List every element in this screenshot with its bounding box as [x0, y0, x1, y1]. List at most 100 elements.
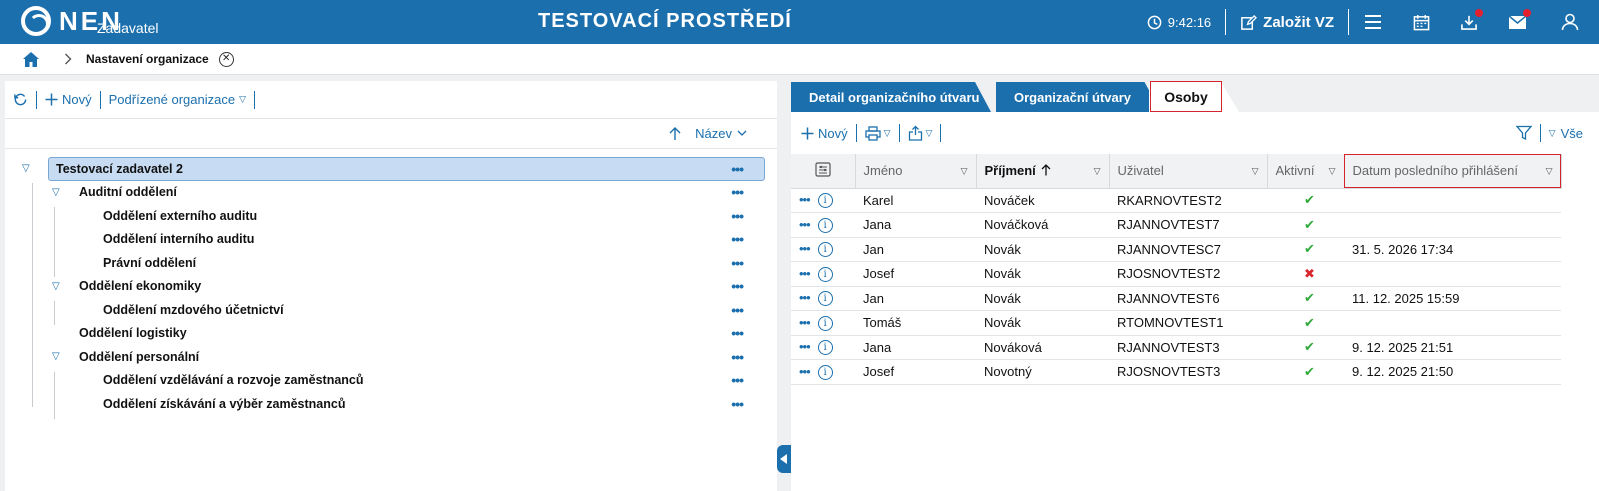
- column-settings-header[interactable]: [791, 154, 856, 189]
- view-all-dropdown[interactable]: ▽ Vše: [1549, 126, 1583, 141]
- table-row[interactable]: ••• i Jana Nováčková RJANNOVTEST7 ✔: [791, 212, 1561, 238]
- more-options-icon[interactable]: •••: [799, 241, 811, 256]
- tree-guide-line: [32, 183, 33, 407]
- info-icon[interactable]: i: [817, 217, 833, 233]
- table-row[interactable]: ••• i Jan Novák RJANNOVTEST6 ✔ 11. 12. 2025 15…: [791, 286, 1561, 311]
- column-active-label: Aktivní: [1275, 163, 1315, 179]
- tree-item[interactable]: Oddělení vzdělávání a rozvoje zaměstnanc…: [5, 369, 777, 393]
- cell-active: ✔: [1267, 237, 1344, 262]
- tree-item[interactable]: ▽ Oddělení personální •••: [5, 345, 777, 369]
- column-last-name[interactable]: Příjmení ▽: [976, 154, 1110, 189]
- info-icon[interactable]: i: [817, 193, 833, 209]
- cell-last-name: Nováček: [976, 188, 1109, 213]
- info-icon[interactable]: i: [817, 242, 833, 258]
- tree-item-label: Oddělení získávání a výběr zaměstnanců: [103, 396, 346, 411]
- menu-button[interactable]: [1349, 0, 1397, 44]
- check-icon: ✔: [1304, 363, 1315, 379]
- more-options-icon[interactable]: •••: [799, 364, 811, 379]
- more-options-icon[interactable]: •••: [799, 217, 811, 232]
- info-icon[interactable]: i: [817, 266, 833, 282]
- cell-last-login: 11. 12. 2025 15:59: [1344, 286, 1561, 311]
- more-options-icon[interactable]: •••: [731, 184, 744, 200]
- close-tab-button[interactable]: ✕: [218, 51, 234, 67]
- tree-item[interactable]: Oddělení interního auditu •••: [5, 228, 777, 252]
- filter-triangle-icon[interactable]: ▽: [1252, 166, 1259, 177]
- check-icon: ✔: [1304, 241, 1315, 257]
- collapse-panel-button[interactable]: [777, 445, 791, 473]
- row-actions: ••• i: [791, 310, 855, 336]
- table-row[interactable]: ••• i Karel Nováček RKARNOVTEST2 ✔: [791, 188, 1561, 213]
- sort-up-arrow-icon[interactable]: [669, 126, 681, 141]
- cross-icon: ✖: [1304, 265, 1315, 281]
- tree-toggle-icon[interactable]: ▽: [52, 281, 60, 292]
- table-row[interactable]: ••• i Josef Novotný RJOSNOVTEST3 ✔ 9. 12. 2025…: [791, 359, 1561, 385]
- filter-triangle-icon[interactable]: ▽: [1546, 166, 1553, 177]
- cell-last-login: 31. 5. 2026 17:34: [1344, 237, 1561, 262]
- tab-detail[interactable]: Detail organizačního útvaru: [791, 82, 991, 112]
- home-icon[interactable]: [22, 51, 40, 68]
- create-vz-button[interactable]: Založit VZ: [1226, 9, 1348, 35]
- check-icon: ✔: [1304, 216, 1315, 232]
- tree-item[interactable]: Oddělení mzdového účetnictví •••: [5, 298, 777, 322]
- tree-toggle-icon[interactable]: ▽: [52, 187, 60, 198]
- cell-last-login: [1344, 261, 1561, 287]
- tree-toggle-icon[interactable]: ▽: [52, 351, 60, 362]
- filter-triangle-icon[interactable]: ▽: [1094, 166, 1101, 177]
- table-row[interactable]: ••• i Jan Novák RJANNOVTESC7 ✔ 31. 5. 2026 17:…: [791, 237, 1561, 262]
- tree-item[interactable]: ▽ Testovací zadavatel 2 •••: [22, 157, 765, 181]
- more-options-icon[interactable]: •••: [799, 339, 811, 354]
- column-last-login-label: Datum posledního přihlášení: [1352, 163, 1519, 179]
- more-options-icon[interactable]: •••: [731, 349, 744, 365]
- column-last-login[interactable]: Datum posledního přihlášení ▽: [1344, 154, 1562, 189]
- sub-org-dropdown[interactable]: Podřízené organizace ▽: [109, 92, 246, 107]
- sort-field-dropdown[interactable]: Název: [695, 126, 747, 141]
- column-user-label: Uživatel: [1117, 163, 1164, 179]
- column-first-name[interactable]: Jméno ▽: [855, 154, 977, 189]
- tree-item[interactable]: Oddělení logistiky •••: [5, 322, 777, 346]
- more-options-icon[interactable]: •••: [731, 325, 744, 341]
- more-options-icon[interactable]: •••: [799, 266, 811, 281]
- tree-item[interactable]: Oddělení získávání a výběr zaměstnanců ••…: [5, 392, 777, 416]
- mail-button[interactable]: [1493, 0, 1541, 44]
- tree-item[interactable]: Oddělení externího auditu •••: [5, 204, 777, 228]
- more-options-icon[interactable]: •••: [731, 396, 744, 412]
- new-org-button[interactable]: Nový: [45, 92, 92, 107]
- tree-item[interactable]: Právní oddělení •••: [5, 251, 777, 275]
- new-person-button[interactable]: Nový: [801, 126, 848, 141]
- table-row[interactable]: ••• i Josef Novák RJOSNOVTEST2 ✖: [791, 261, 1561, 287]
- more-options-icon[interactable]: •••: [731, 208, 744, 224]
- refresh-icon[interactable]: [13, 92, 28, 107]
- tree-item[interactable]: ▽ Oddělení ekonomiky •••: [5, 275, 777, 299]
- tab-persons[interactable]: Osoby: [1150, 81, 1222, 112]
- export-dropdown[interactable]: ▽: [908, 125, 932, 141]
- filter-triangle-icon[interactable]: ▽: [1329, 166, 1336, 177]
- tree-toggle-icon[interactable]: ▽: [22, 163, 30, 174]
- filter-triangle-icon[interactable]: ▽: [961, 166, 968, 177]
- calendar-button[interactable]: [1397, 0, 1445, 44]
- table-row[interactable]: ••• i Jana Nováková RJANNOVTEST3 ✔ 9. 12. 2025…: [791, 335, 1561, 360]
- column-user[interactable]: Uživatel ▽: [1109, 154, 1268, 189]
- more-options-icon[interactable]: •••: [731, 231, 744, 247]
- tab-org-units[interactable]: Organizační útvary: [996, 82, 1161, 112]
- more-options-icon[interactable]: •••: [731, 255, 744, 271]
- edit-icon: [1241, 14, 1258, 30]
- tree-item[interactable]: ▽ Auditní oddělení •••: [5, 181, 777, 205]
- info-icon[interactable]: i: [817, 291, 833, 307]
- filter-icon[interactable]: [1515, 125, 1532, 141]
- more-options-icon[interactable]: •••: [731, 372, 744, 388]
- more-options-icon[interactable]: •••: [799, 315, 811, 330]
- user-button[interactable]: [1541, 0, 1599, 44]
- more-options-icon[interactable]: •••: [731, 278, 744, 294]
- column-active[interactable]: Aktivní ▽: [1267, 154, 1345, 189]
- more-options-icon[interactable]: •••: [731, 161, 744, 177]
- more-options-icon[interactable]: •••: [799, 192, 811, 207]
- download-button[interactable]: [1445, 0, 1493, 44]
- more-options-icon[interactable]: •••: [799, 290, 811, 305]
- persons-panel: Nový ▽ ▽ ▽ Vše Jméno ▽ Příjmení ▽ Uživat…: [791, 112, 1599, 491]
- table-row[interactable]: ••• i Tomáš Novák RTOMNOVTEST1 ✔: [791, 310, 1561, 336]
- more-options-icon[interactable]: •••: [731, 302, 744, 318]
- print-dropdown[interactable]: ▽: [864, 125, 891, 141]
- info-icon[interactable]: i: [817, 315, 833, 331]
- info-icon[interactable]: i: [817, 340, 833, 356]
- info-icon[interactable]: i: [817, 364, 833, 380]
